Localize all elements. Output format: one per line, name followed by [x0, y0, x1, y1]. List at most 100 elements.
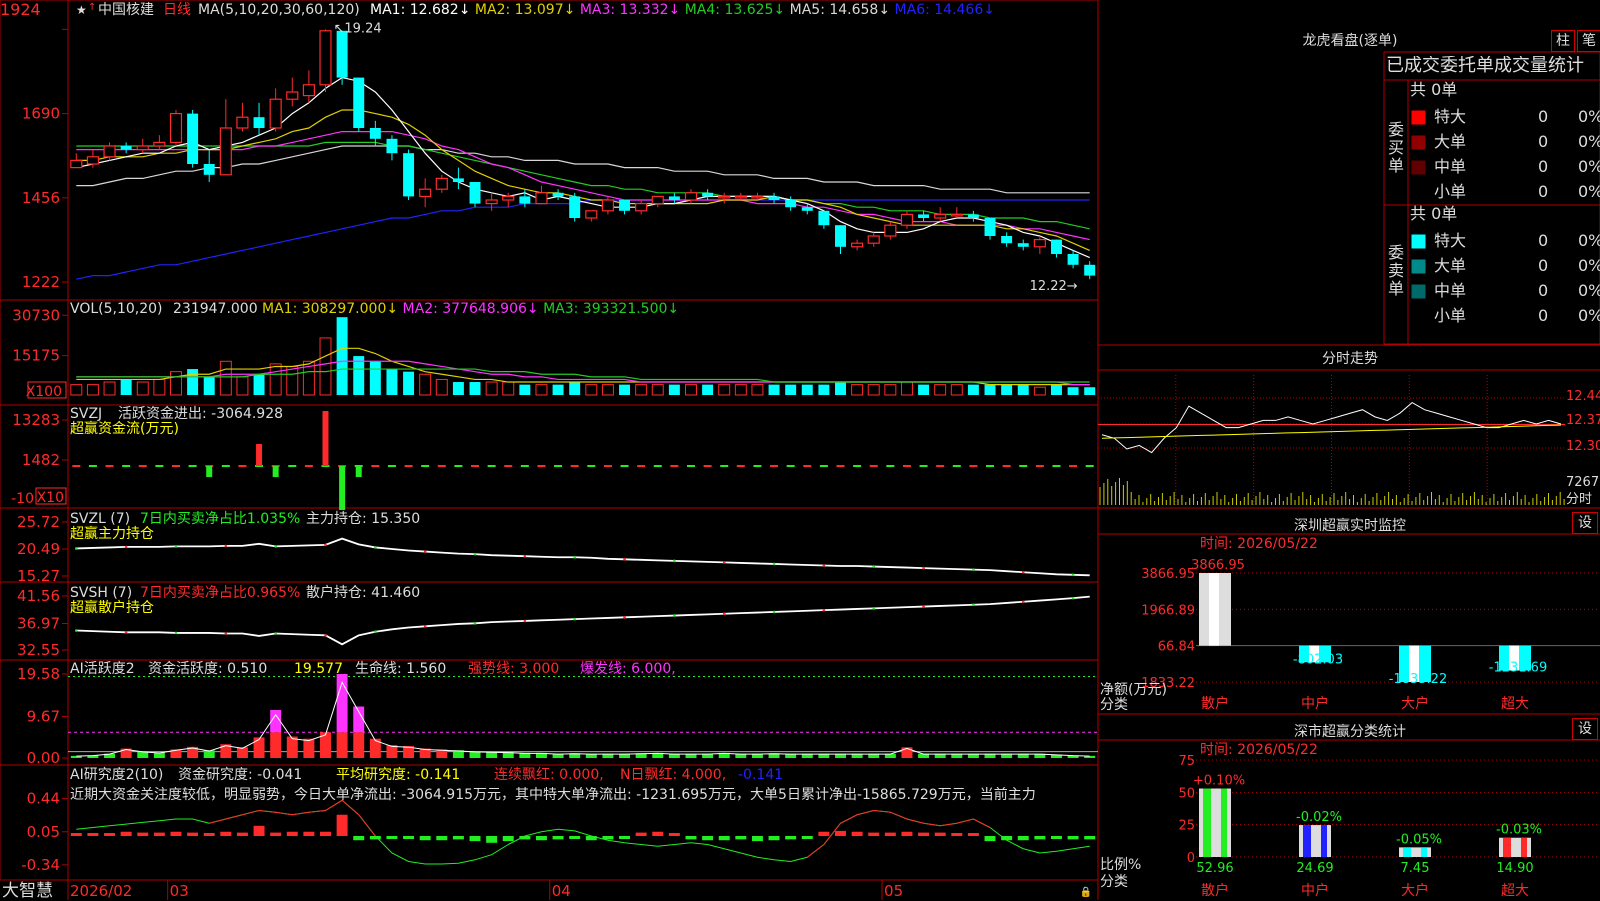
ai1-bar — [203, 833, 215, 836]
candle-up — [435, 177, 448, 190]
candle-up — [1033, 239, 1046, 248]
candle-down — [702, 192, 714, 197]
ai1-bar — [918, 832, 930, 836]
candle-up — [286, 91, 299, 100]
ai1-bar — [1001, 836, 1013, 841]
svsh-line — [76, 595, 1090, 646]
ai1-bar — [137, 832, 149, 836]
vol-bar — [1017, 384, 1029, 395]
svsh-title: 超赢散户持仓 — [70, 600, 154, 616]
candle-up — [535, 192, 548, 205]
candle-up — [900, 213, 914, 226]
sell-row-label: 大单 — [1434, 256, 1467, 275]
ai1-avg2: -0.141 — [738, 767, 784, 783]
svsh-ratio: 7日内买卖净占比0.965% — [140, 585, 301, 601]
vol-bar — [934, 384, 947, 396]
buy-row-amount: 0 — [1538, 157, 1549, 176]
ai2-label: AI活跃度2 — [70, 661, 135, 677]
candle-down — [120, 146, 132, 150]
ai1-bar — [452, 836, 464, 840]
svsh-point — [423, 625, 427, 628]
period-label[interactable]: 日线 — [163, 2, 191, 18]
szrt-ylabel: 净额(万元) — [1100, 682, 1167, 698]
candle-up — [585, 210, 598, 219]
candle-down — [668, 196, 680, 200]
ai1-bar — [436, 836, 448, 841]
szrt-cat-label: 大户 — [1401, 695, 1429, 712]
svzl-point — [174, 545, 178, 548]
svzl-point — [872, 565, 876, 568]
x-axis-label: 03 — [170, 882, 189, 900]
szcl-settings-button[interactable]: 设 — [1572, 718, 1598, 740]
ai1-bar — [1017, 836, 1029, 841]
sell-side-label: 单 — [1388, 279, 1404, 298]
candle-up — [684, 192, 698, 201]
vol-bar — [502, 381, 515, 396]
svsh-point — [722, 612, 726, 616]
fenshi-prev-close — [1098, 424, 1565, 425]
ma-value-4: MA4: 13.625↓ — [684, 2, 790, 18]
svzl-point — [673, 559, 676, 563]
low-price-label: 12.22→ — [1030, 279, 1078, 294]
tick-view-button[interactable]: 笔 — [1577, 30, 1600, 52]
favorite-star-icon: ★ — [76, 3, 87, 17]
szcl-bar-accent — [1421, 847, 1427, 857]
vol-bar — [734, 384, 747, 396]
buy-color-swatch — [1411, 185, 1426, 200]
sell-color-swatch — [1411, 234, 1426, 249]
svzj-unit-label: X10 — [37, 490, 64, 506]
sell-row-amount: 0 — [1538, 281, 1549, 300]
sell-side-label: 卖 — [1388, 261, 1404, 280]
szrt-settings-button[interactable]: 设 — [1572, 512, 1598, 534]
svsh-point — [1071, 596, 1075, 600]
vol-bar — [535, 384, 548, 396]
svzj-tick-label: -10 — [11, 491, 34, 507]
svsh-point — [174, 631, 178, 635]
svzj-bar — [256, 444, 263, 466]
ai1-bar — [735, 836, 747, 840]
svzl-point — [274, 545, 277, 548]
sell-side-label: 委 — [1388, 243, 1404, 262]
szcl-bar-accent — [1303, 825, 1311, 857]
vol-bar — [918, 384, 930, 395]
candle-up — [86, 156, 100, 165]
ai1-bar — [835, 830, 846, 836]
buy-row-amount: 0 — [1538, 182, 1549, 201]
vol-bar — [1050, 384, 1062, 395]
svzj-title: 超赢资金流(万元) — [70, 421, 179, 437]
ai2-bar — [270, 732, 282, 758]
szcl-tick-label: 75 — [1178, 754, 1195, 769]
stock-name[interactable]: 中国核建 — [98, 2, 154, 18]
vol-bar — [835, 382, 846, 395]
szcl-bar-accent — [1321, 825, 1327, 857]
svzj-tick-label: 1482 — [22, 451, 60, 469]
ai1-bar — [403, 836, 415, 839]
vol-bar — [984, 384, 996, 395]
candle-up — [934, 213, 947, 219]
lhkp-header: 已成交委托单成交量统计 — [1386, 56, 1584, 76]
vol-ma-3: MA3: 393321.500↓ — [543, 301, 680, 317]
svsh-point — [523, 619, 527, 623]
szcl-change-label: -0.02% — [1296, 810, 1342, 825]
vol-bar — [884, 384, 897, 396]
vol-unit-label: X100 — [26, 384, 62, 400]
szcl-tick-label: 50 — [1178, 786, 1195, 801]
bar-view-button[interactable]: 柱 — [1551, 30, 1575, 52]
fenshi-tick-label: 12.30 — [1566, 439, 1600, 454]
svsh-point — [473, 622, 477, 625]
candle-up — [734, 195, 747, 199]
ai1-label: AI研究度2(10) — [70, 767, 164, 783]
ai1-bar — [419, 836, 431, 841]
vol-bar — [1067, 387, 1079, 395]
svsh-point — [1021, 600, 1025, 604]
svsh-hold: 散户持仓: 41.460 — [306, 585, 421, 601]
ai1-bar — [253, 825, 265, 836]
vol-bar — [319, 337, 332, 396]
ai1-research: 资金研究度: -0.041 — [178, 767, 303, 783]
up-arrow-icon: ↑ — [88, 2, 96, 13]
ai1-bar — [270, 832, 282, 836]
buy-side-label: 委 — [1388, 120, 1404, 139]
svsh-point — [324, 634, 327, 637]
ai1-bar — [1067, 836, 1079, 840]
vol-bar — [1033, 386, 1046, 396]
